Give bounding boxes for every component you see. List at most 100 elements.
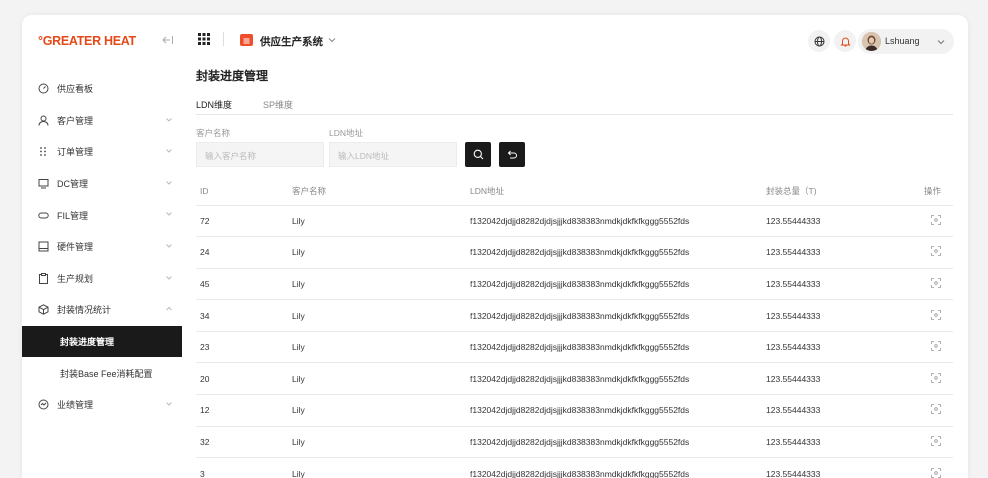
- globe-icon: [814, 36, 824, 46]
- column-header-total: 封装总量（T): [766, 177, 916, 206]
- cell-actions: [916, 331, 953, 364]
- language-button[interactable]: [808, 30, 830, 52]
- cell-id: 72: [196, 205, 292, 238]
- scan-icon[interactable]: [931, 214, 941, 225]
- chevron-down-icon[interactable]: [328, 36, 336, 44]
- sidebar-item-fil[interactable]: FIL管理: [22, 199, 182, 231]
- sidebar-item-dc[interactable]: DC管理: [22, 168, 182, 200]
- sidebar-subitem-label: 封装Base Fee消耗配置: [60, 368, 153, 379]
- sidebar-subitem-label: 封装进度管理: [60, 337, 115, 348]
- app-logo-icon: [240, 34, 253, 46]
- cell-customer: Lily: [292, 331, 470, 364]
- cell-total: 123.55444333: [766, 457, 916, 478]
- chevron-up-icon: [166, 306, 172, 311]
- customer-filter-label: 客户名称: [196, 128, 231, 138]
- tab-sp[interactable]: SP维度: [263, 98, 293, 115]
- cell-id: 3: [196, 457, 292, 478]
- scan-icon[interactable]: [931, 467, 941, 478]
- cell-actions: [916, 236, 953, 269]
- sidebar-subitem-packaging-progress[interactable]: 封装进度管理: [22, 325, 182, 358]
- scan-icon[interactable]: [931, 404, 941, 415]
- cell-id: 23: [196, 331, 292, 364]
- sidebar-item-planning[interactable]: 生产规划: [22, 263, 182, 295]
- performance-icon: [38, 399, 49, 410]
- notification-button[interactable]: [834, 30, 856, 52]
- cell-ldn: f132042djdjjd8282djdjsjjjkd838383nmdkjdk…: [470, 362, 766, 396]
- table-row: 45 Lily f132042djdjjd8282djdjsjjjkd838383n…: [196, 268, 953, 301]
- cell-ldn: f132042djdjjd8282djdjsjjjkd838383nmdkjdk…: [470, 236, 766, 269]
- sidebar-item-label: DC管理: [57, 179, 88, 190]
- column-header-customer: 客户名称: [292, 177, 470, 206]
- collapse-icon[interactable]: [162, 34, 174, 49]
- reset-button[interactable]: [499, 142, 525, 167]
- bell-icon: [839, 37, 851, 46]
- table-row: 32 Lily f132042djdjjd8282djdjsjjjkd838383n…: [196, 426, 953, 459]
- cell-total: 123.55444333: [766, 236, 916, 269]
- table-body: 72 Lily f132042djdjjd8282djdjsjjjkd838383n…: [196, 205, 953, 478]
- table-row: 24 Lily f132042djdjjd8282djdjsjjjkd838383n…: [196, 236, 953, 269]
- table-row: 20 Lily f132042djdjjd8282djdjsjjjkd838383n…: [196, 362, 953, 396]
- cell-actions: [916, 426, 953, 459]
- search-icon: [473, 149, 483, 160]
- chevron-down-icon: [166, 402, 172, 406]
- cell-id: 24: [196, 236, 292, 269]
- cell-total: 123.55444333: [766, 394, 916, 427]
- ldn-filter-label: LDN地址: [329, 128, 364, 138]
- app-window: °GREATER HEAT 供应看板 客户管理 订单管理 DC管理 FIL管理 …: [22, 15, 968, 478]
- table-row: 34 Lily f132042djdjjd8282djdjsjjjkd838383n…: [196, 299, 953, 332]
- scan-icon[interactable]: [931, 278, 941, 288]
- cell-customer: Lily: [292, 268, 470, 301]
- cell-ldn: f132042djdjjd8282djdjsjjjkd838383nmdkjdk…: [470, 457, 766, 478]
- cell-ldn: f132042djdjjd8282djdjsjjjkd838383nmdkjdk…: [470, 268, 766, 301]
- cell-actions: [916, 299, 953, 332]
- app-switcher[interactable]: 供应生产系统: [260, 34, 323, 49]
- sidebar-item-label: 客户管理: [57, 115, 94, 126]
- cell-customer: Lily: [292, 426, 470, 459]
- ldn-address-input[interactable]: 输入LDN地址: [329, 142, 457, 167]
- sidebar-item-label: 订单管理: [57, 147, 94, 158]
- cell-ldn: f132042djdjjd8282djdjsjjjkd838383nmdkjdk…: [470, 331, 766, 364]
- sidebar-item-orders[interactable]: 订单管理: [22, 136, 182, 168]
- logo-row: °GREATER HEAT: [38, 34, 178, 54]
- cube-icon: [38, 304, 49, 316]
- cell-ldn: f132042djdjjd8282djdjsjjjkd838383nmdkjdk…: [470, 426, 766, 459]
- apps-grid-icon[interactable]: [198, 33, 210, 45]
- cell-ldn: f132042djdjjd8282djdjsjjjkd838383nmdkjdk…: [470, 299, 766, 332]
- column-header-id: ID: [196, 177, 292, 206]
- scan-icon[interactable]: [931, 341, 941, 352]
- scan-icon[interactable]: [931, 309, 941, 320]
- cell-customer: Lily: [292, 236, 470, 269]
- sidebar-item-dashboard[interactable]: 供应看板: [22, 73, 182, 105]
- scan-icon[interactable]: [931, 436, 941, 446]
- tab-ldn[interactable]: LDN维度: [196, 98, 232, 115]
- user-menu[interactable]: Lshuang: [858, 29, 954, 54]
- page-title: 封装进度管理: [196, 69, 269, 83]
- sidebar-item-label: 封装情况统计: [57, 305, 112, 316]
- scan-icon[interactable]: [931, 246, 941, 257]
- scan-icon[interactable]: [931, 372, 941, 383]
- sidebar-item-label: 生产规划: [57, 273, 94, 284]
- customer-name-input[interactable]: 输入客户名称: [196, 142, 324, 167]
- cell-actions: [916, 457, 953, 478]
- cell-id: 20: [196, 362, 292, 396]
- cell-actions: [916, 205, 953, 238]
- sidebar-item-performance[interactable]: 业绩管理: [22, 389, 182, 421]
- search-button[interactable]: [465, 142, 491, 167]
- cell-actions: [916, 362, 953, 396]
- cell-id: 12: [196, 394, 292, 427]
- sidebar-item-packaging-stats[interactable]: 封装情况统计: [22, 294, 182, 326]
- chevron-down-icon: [166, 244, 172, 248]
- column-header-ldn: LDN地址: [470, 177, 766, 206]
- avatar: [862, 32, 881, 51]
- user-icon: [38, 115, 49, 126]
- chevron-down-icon: [166, 212, 172, 217]
- cell-id: 32: [196, 426, 292, 459]
- cell-id: 45: [196, 268, 292, 301]
- sidebar-item-customers[interactable]: 客户管理: [22, 105, 182, 137]
- sidebar-item-hardware[interactable]: 硬件管理: [22, 231, 182, 263]
- sidebar-subitem-base-fee-config[interactable]: 封装Base Fee消耗配置: [22, 357, 182, 389]
- cell-customer: Lily: [292, 299, 470, 332]
- gauge-icon: [38, 83, 49, 94]
- header-divider: [223, 32, 224, 46]
- cell-customer: Lily: [292, 205, 470, 238]
